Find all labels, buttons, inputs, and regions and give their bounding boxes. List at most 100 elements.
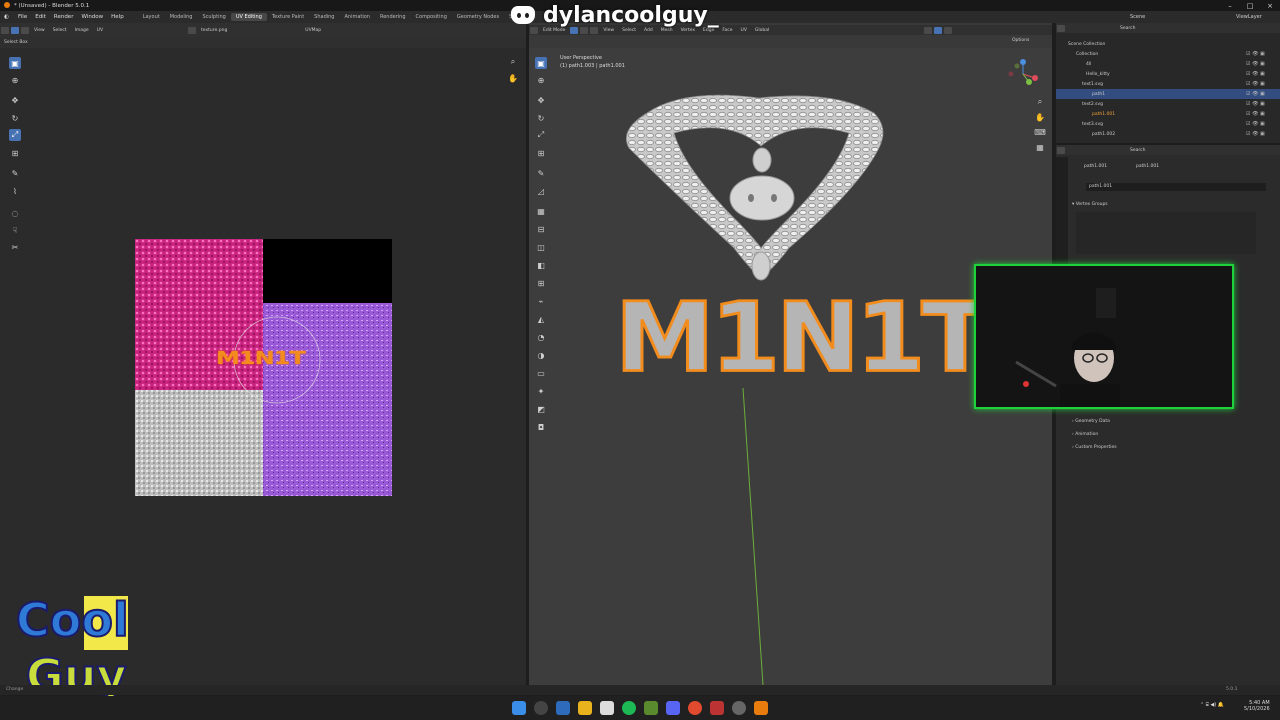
zoom-icon[interactable]: ⌕ [507,56,519,68]
outliner: Search Scene Collection Collection 4ll H… [1056,23,1280,143]
taskbar-clock[interactable]: 5:40 AM 5/10/2026 [1244,700,1270,712]
media-player-icon[interactable] [710,701,724,715]
breadcrumb-data: path1.001 [1136,164,1160,169]
image-name-field[interactable]: texture.png [197,28,231,33]
panel-geometry-data[interactable]: › Geometry Data [1072,415,1272,427]
relax-tool-icon[interactable]: ◌ [9,207,21,219]
tab-animation[interactable]: Animation [339,13,375,21]
grab-tool-icon[interactable]: ⌇ [9,185,21,197]
scene-selector[interactable]: Scene [1130,14,1145,20]
properties-search-field[interactable]: Search [1126,148,1149,153]
panel-title: Vertex Groups [1075,201,1108,207]
uv-menu-image[interactable]: Image [71,28,93,33]
tab-rendering[interactable]: Rendering [375,13,411,21]
overlay-icon[interactable] [924,26,933,34]
rotate-tool-icon[interactable]: ↻ [9,112,21,124]
pinch-tool-icon[interactable]: ☟ [9,224,21,236]
status-left-text: Change [6,687,24,692]
annotate-tool-icon[interactable]: ✎ [9,167,21,179]
scale-tool-icon[interactable]: ⤢ [9,129,21,141]
data-name-field[interactable]: path1.001 [1086,183,1266,191]
outliner-row[interactable]: Scene Collection [1056,39,1280,49]
spotify-icon[interactable] [622,701,636,715]
discord-overlay: dylancoolguy_ [511,0,719,30]
uv-editor-header: View Select Image UV texture.png UVMap [0,25,526,35]
menu-edit[interactable]: Edit [31,14,50,20]
outliner-header: Search [1056,23,1280,33]
uv-menu-select[interactable]: Select [49,28,71,33]
uvmap-selector[interactable]: UVMap [301,28,325,33]
options-menu[interactable]: Options [1012,38,1029,43]
search-icon[interactable] [534,701,548,715]
status-bar: Change 5.0.1 [0,685,1280,695]
vertex-groups-list[interactable] [1076,212,1256,254]
breadcrumb-object: path1.001 [1084,164,1108,169]
maximize-button[interactable]: □ [1240,0,1260,11]
webcam-person-image [976,266,1232,407]
rip-tool-icon[interactable]: ✂ [9,241,21,253]
image-browse-icon[interactable] [188,26,197,34]
file-explorer-icon[interactable] [578,701,592,715]
panel-custom-properties[interactable]: › Custom Properties [1072,441,1272,453]
properties-type-icon[interactable] [1057,146,1065,154]
tray-icons[interactable]: ⌃ ⌸ ◀) 🔔 [1200,702,1224,708]
version-label: 5.0.1 [1226,687,1238,692]
3d-text-object[interactable]: M1N1T [614,289,992,387]
close-button[interactable]: × [1260,0,1280,11]
panel-title: Geometry Data [1075,418,1110,424]
tab-compositing[interactable]: Compositing [411,13,452,21]
blender-logo-icon [4,2,10,8]
windows-start-icon[interactable] [512,701,526,715]
windows-taskbar: ⌃ ⌸ ◀) 🔔 5:40 AM 5/10/2026 [0,696,1280,720]
tab-texture-paint[interactable]: Texture Paint [267,13,309,21]
panel-animation[interactable]: › Animation [1072,428,1272,440]
blender-taskbar-icon[interactable] [754,701,768,715]
minimize-button[interactable]: – [1220,0,1240,11]
tab-sculpting[interactable]: Sculpting [197,13,230,21]
vp-menu-uv[interactable]: UV [737,28,751,33]
logo-cool-text: Cool [16,593,129,647]
notepad-icon[interactable] [600,701,614,715]
discord-icon [511,6,535,24]
uv-menu-uv[interactable]: UV [93,28,107,33]
uv-menu-view[interactable]: View [30,28,49,33]
xray-icon[interactable] [934,26,943,34]
tab-modeling[interactable]: Modeling [165,13,198,21]
tab-uv-editing[interactable]: UV Editing [230,13,267,21]
select-mode-icon[interactable] [11,26,19,34]
webcam-overlay [974,264,1234,409]
properties-header: Search [1056,145,1280,155]
sync-select-icon[interactable] [21,26,29,34]
move-tool-icon[interactable]: ✥ [9,94,21,106]
blender-menu-icon[interactable]: ◐ [0,14,14,20]
discord-username: dylancoolguy_ [543,2,719,28]
orientation-selector[interactable]: Global [751,28,773,33]
vp-menu-face[interactable]: Face [718,28,736,33]
outliner-search-field[interactable]: Search [1116,26,1139,31]
select-box-tool-icon[interactable]: ▣ [9,57,21,69]
menu-render[interactable]: Render [50,14,78,20]
discord-taskbar-icon[interactable] [666,701,680,715]
editor-type-icon[interactable] [1,26,9,34]
obs-icon[interactable] [732,701,746,715]
tab-layout[interactable]: Layout [138,13,165,21]
visibility-toggles[interactable]: ☑ 👁 ▣ ☑ 👁 ▣ ☑ 👁 ▣ ☑ 👁 ▣ ☑ 👁 ▣ ☑ 👁 ▣ ☑ 👁 ▣ ☑ 👁 ▣… [1246,49,1274,137]
cursor-tool-icon[interactable]: ⊕ [9,74,21,86]
menu-help[interactable]: Help [107,14,128,20]
panel-title: Animation [1075,431,1099,437]
transform-tool-icon[interactable]: ⊞ [9,147,21,159]
steam-icon[interactable] [556,701,570,715]
outliner-type-icon[interactable] [1057,24,1065,32]
chrome-icon[interactable] [688,701,702,715]
panel-vertex-groups[interactable]: ▾ Vertex Groups [1072,198,1272,210]
tool-mode-label[interactable]: Select Box [0,40,32,45]
tab-geometry-nodes[interactable]: Geometry Nodes [452,13,504,21]
pan-hand-icon[interactable]: ✋ [507,72,519,84]
menu-window[interactable]: Window [77,14,107,20]
terminal-icon[interactable] [644,701,658,715]
menu-file[interactable]: File [14,14,31,20]
uv-island-text[interactable]: M1N1T [216,348,306,369]
tab-shading[interactable]: Shading [309,13,339,21]
view-layer-selector[interactable]: ViewLayer [1236,14,1262,20]
shading-solid-icon[interactable] [944,26,953,34]
